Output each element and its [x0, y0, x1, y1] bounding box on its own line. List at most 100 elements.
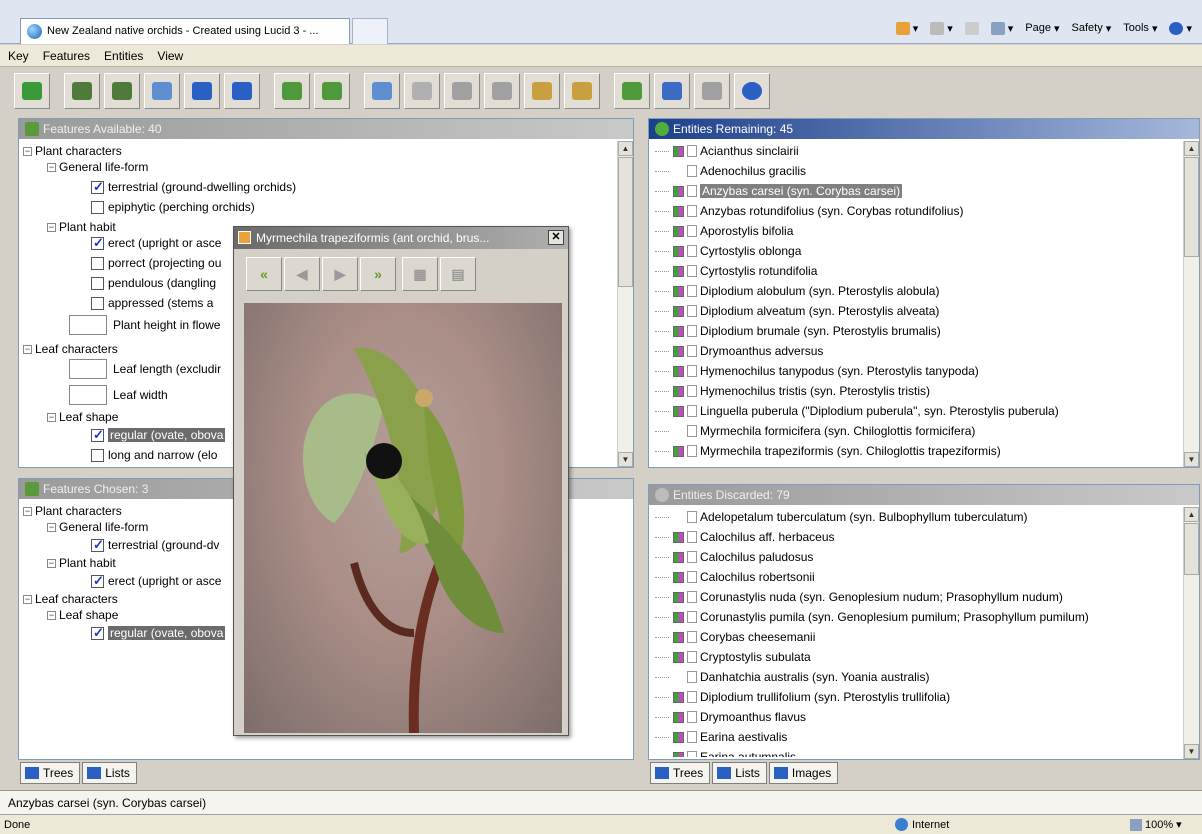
checkbox[interactable]: [91, 296, 104, 310]
entity-document-icon[interactable]: [687, 185, 697, 197]
entity-document-icon[interactable]: [687, 205, 697, 217]
tree-node[interactable]: − General life-form: [47, 517, 148, 537]
feature-state[interactable]: terrestrial (ground-dwelling orchids): [91, 177, 296, 197]
scroll-thumb[interactable]: [618, 157, 633, 287]
scroll-up-arrow[interactable]: ▲: [1184, 141, 1199, 156]
safety-menu[interactable]: Safety ▾: [1072, 22, 1112, 35]
info-button[interactable]: ▤: [440, 257, 476, 291]
numeric-feature[interactable]: Leaf width: [69, 385, 168, 405]
numeric-input[interactable]: [69, 315, 107, 335]
entity-item[interactable]: Linguella puberula ("Diplodium puberula"…: [655, 401, 1059, 421]
checkbox[interactable]: [91, 276, 104, 290]
pointer-button[interactable]: [364, 73, 400, 109]
checkbox[interactable]: [91, 427, 104, 443]
feature-state[interactable]: erect (upright or asce: [91, 233, 221, 253]
tree-node[interactable]: − Leaf shape: [47, 407, 118, 427]
entity-image-icon[interactable]: [673, 285, 684, 297]
entity-image-icon[interactable]: [673, 305, 684, 317]
feature-images-button[interactable]: [274, 73, 310, 109]
entity-image-icon[interactable]: [673, 145, 684, 157]
tree-node[interactable]: − Plant habit: [47, 553, 116, 573]
mail-button[interactable]: [964, 21, 979, 35]
entity-item[interactable]: Diplodium alveatum (syn. Pterostylis alv…: [655, 301, 939, 321]
entity-item[interactable]: Myrmechila formicifera (syn. Chiloglotti…: [655, 421, 975, 441]
entity-document-icon[interactable]: [687, 265, 697, 277]
checkbox[interactable]: [91, 256, 104, 270]
entity-document-icon[interactable]: [687, 611, 697, 623]
next-image-button[interactable]: ▶: [322, 257, 358, 291]
tab-trees[interactable]: Trees: [20, 762, 81, 784]
entity-item[interactable]: Earina aestivalis: [655, 727, 787, 747]
entity-document-icon[interactable]: [687, 571, 697, 583]
restart-button[interactable]: [14, 73, 50, 109]
checkbox[interactable]: [91, 448, 104, 462]
tree-node[interactable]: − Leaf characters: [23, 339, 118, 359]
entity-document-icon[interactable]: [687, 711, 697, 723]
entity-item[interactable]: Aporostylis bifolia: [655, 221, 793, 241]
entity-item[interactable]: Hymenochilus tristis (syn. Pterostylis t…: [655, 381, 930, 401]
entity-image-icon[interactable]: [673, 711, 684, 723]
entity-image-icon[interactable]: [673, 571, 684, 583]
tools-menu[interactable]: Tools ▾: [1123, 22, 1157, 35]
entity-item[interactable]: Anzybas rotundifolius (syn. Corybas rotu…: [655, 201, 963, 221]
prune2-button[interactable]: [484, 73, 520, 109]
entity-image-icon[interactable]: [673, 345, 684, 357]
scroll-up-arrow[interactable]: ▲: [1184, 507, 1199, 522]
tree-node[interactable]: − General life-form: [47, 157, 148, 177]
entity-image-icon[interactable]: [673, 531, 684, 543]
entity-document-icon[interactable]: [687, 551, 697, 563]
entity-document-icon[interactable]: [687, 325, 697, 337]
checkbox[interactable]: [91, 200, 104, 214]
entity-document-icon[interactable]: [687, 405, 697, 417]
entity-item[interactable]: Cryptostylis subulata: [655, 647, 811, 667]
print-button[interactable]: ▾: [990, 21, 1013, 35]
scroll-thumb[interactable]: [1184, 523, 1199, 575]
scrollbar[interactable]: ▲ ▼: [1183, 507, 1199, 759]
help-menu[interactable]: ▾: [1169, 21, 1192, 35]
checkbox[interactable]: [91, 573, 104, 589]
zoom-control[interactable]: 100% ▾: [1130, 818, 1182, 831]
numeric-input[interactable]: [69, 359, 107, 379]
numeric-input[interactable]: [69, 385, 107, 405]
entity-item[interactable]: Diplodium trullifolium (syn. Pterostylis…: [655, 687, 950, 707]
feature-state[interactable]: terrestrial (ground-dv: [91, 535, 219, 555]
entity-item[interactable]: Cyrtostylis rotundifolia: [655, 261, 817, 281]
feature-state[interactable]: erect (upright or asce: [91, 571, 221, 591]
browser-tab[interactable]: New Zealand native orchids - Created usi…: [20, 18, 350, 44]
entity-document-icon[interactable]: [687, 285, 697, 297]
entity-item[interactable]: Calochilus aff. herbaceus: [655, 527, 835, 547]
help-button[interactable]: [734, 73, 770, 109]
entity-document-icon[interactable]: [687, 345, 697, 357]
entity-document-icon[interactable]: [687, 751, 697, 757]
page-menu[interactable]: Page ▾: [1025, 22, 1059, 35]
entity-document-icon[interactable]: [687, 245, 697, 257]
entity-image-icon[interactable]: [673, 611, 684, 623]
numeric-feature[interactable]: Plant height in flowe: [69, 315, 220, 335]
entity-item[interactable]: Diplodium alobulum (syn. Pterostylis alo…: [655, 281, 939, 301]
entity-item[interactable]: Adenochilus gracilis: [655, 161, 806, 181]
tab-images[interactable]: Images: [768, 762, 839, 784]
differences-button[interactable]: [524, 73, 560, 109]
entity-document-icon[interactable]: [687, 225, 697, 237]
entity-item[interactable]: Diplodium brumale (syn. Pterostylis brum…: [655, 321, 941, 341]
numeric-feature[interactable]: Leaf length (excludir: [69, 359, 221, 379]
menu-entities[interactable]: Entities: [104, 49, 143, 66]
first-image-button[interactable]: «: [246, 257, 282, 291]
scroll-down-arrow[interactable]: ▼: [618, 452, 633, 467]
features-button[interactable]: [64, 73, 100, 109]
entity-image-icon[interactable]: [673, 691, 684, 703]
entity-item[interactable]: Drymoanthus adversus: [655, 341, 823, 361]
tab-trees[interactable]: Trees: [650, 762, 711, 784]
entity-document-icon[interactable]: [687, 385, 697, 397]
feature-state[interactable]: pendulous (dangling: [91, 273, 216, 293]
checkbox[interactable]: [91, 625, 104, 641]
tab-lists[interactable]: Lists: [82, 762, 137, 784]
entity-document-icon[interactable]: [687, 651, 697, 663]
scrollbar[interactable]: ▲ ▼: [617, 141, 633, 467]
feature-state[interactable]: porrect (projecting ou: [91, 253, 221, 273]
entity-item[interactable]: Calochilus robertsonii: [655, 567, 815, 587]
scroll-down-arrow[interactable]: ▼: [1184, 744, 1199, 759]
entity-images-button[interactable]: [314, 73, 350, 109]
entity-item[interactable]: Cyrtostylis oblonga: [655, 241, 801, 261]
previous-image-button[interactable]: ◀: [284, 257, 320, 291]
